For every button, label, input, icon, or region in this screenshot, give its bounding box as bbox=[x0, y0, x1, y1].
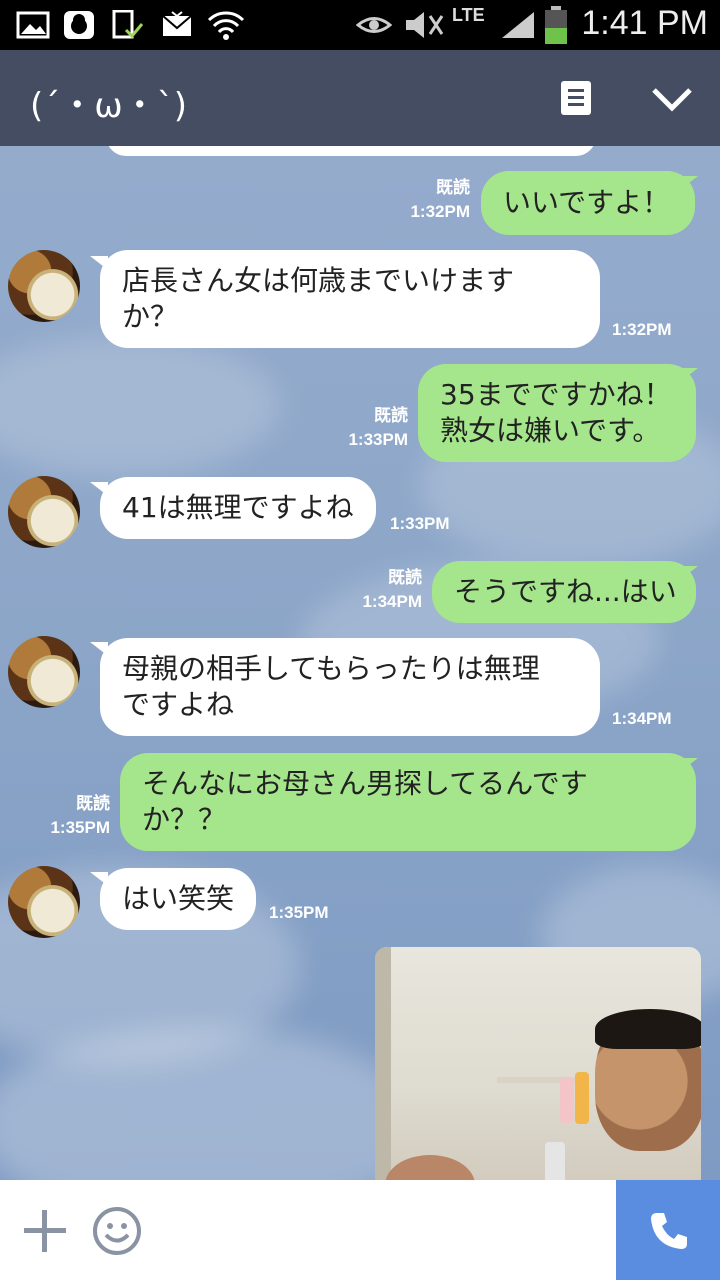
message-text: か？ bbox=[122, 300, 179, 333]
read-receipt: 既読 bbox=[388, 568, 422, 587]
mute-icon bbox=[406, 12, 444, 38]
message-bubble[interactable]: そんなにお母さん男探してるんです か？？ bbox=[120, 753, 696, 851]
message-bubble[interactable]: はい笑笑 bbox=[100, 868, 256, 930]
message-bubble[interactable]: そうですね...はい bbox=[432, 561, 696, 623]
message-bubble[interactable]: 母親の相手してもらったりは無理 ですよね bbox=[100, 638, 600, 736]
avatar-app-icon bbox=[64, 11, 94, 39]
chat-header: (´・ω・`) bbox=[0, 50, 720, 146]
input-bar bbox=[0, 1180, 720, 1280]
message-meta: 既読 1:32PM bbox=[388, 176, 470, 224]
network-type: LTE bbox=[452, 5, 485, 25]
message-text: 41は無理ですよね bbox=[122, 491, 354, 524]
wifi-icon bbox=[207, 11, 245, 40]
avatar[interactable] bbox=[8, 476, 80, 548]
message-time: 1:32PM bbox=[410, 202, 470, 221]
call-button[interactable] bbox=[616, 1180, 720, 1280]
message-text: ですよね bbox=[122, 688, 235, 721]
avatar[interactable] bbox=[8, 636, 80, 708]
note-icon[interactable] bbox=[561, 81, 591, 115]
message-bubble[interactable]: 35までですかね！ 熟女は嫌いです。 bbox=[418, 364, 696, 462]
message-bubble[interactable]: 店長さん女は何歳までいけます か？ bbox=[100, 250, 600, 348]
message-time: 1:34PM bbox=[612, 709, 672, 728]
chevron-down-icon[interactable] bbox=[650, 82, 694, 114]
message-meta: 既読 1:33PM bbox=[326, 404, 408, 452]
phone-icon bbox=[651, 1213, 687, 1249]
photo-message[interactable] bbox=[375, 947, 701, 1207]
smile-icon[interactable] bbox=[92, 1206, 142, 1256]
message-time: 1:33PM bbox=[348, 430, 408, 449]
chat-title[interactable]: (´・ω・`) bbox=[30, 78, 187, 127]
avatar[interactable] bbox=[8, 250, 80, 322]
message-time: 1:35PM bbox=[269, 903, 329, 922]
read-receipt: 既読 bbox=[76, 794, 110, 813]
message-bubble[interactable]: いいですよ！ bbox=[481, 171, 695, 235]
message-text: 熟女は嫌いです。 bbox=[440, 414, 661, 447]
avatar[interactable] bbox=[8, 866, 80, 938]
plus-icon[interactable] bbox=[24, 1210, 66, 1252]
eye-icon bbox=[356, 17, 392, 33]
message-text: そんなにお母さん男探してるんです bbox=[142, 767, 588, 800]
message-text: そうですね...はい bbox=[454, 575, 677, 608]
message-time: 1:32PM bbox=[612, 320, 672, 339]
image-icon bbox=[16, 11, 50, 39]
message-text: 35までですかね！ bbox=[440, 378, 672, 411]
message-text: 母親の相手してもらったりは無理 bbox=[122, 652, 540, 685]
message-text: はい笑笑 bbox=[122, 882, 235, 915]
message-time: 1:34PM bbox=[362, 592, 422, 611]
sim-check-icon bbox=[112, 10, 144, 39]
previous-message-bubble bbox=[106, 146, 596, 156]
battery-icon bbox=[545, 6, 567, 44]
read-receipt: 既読 bbox=[374, 406, 408, 425]
status-time: 1:41 PM bbox=[581, 4, 708, 42]
read-receipt: 既読 bbox=[436, 178, 470, 197]
message-text: か？？ bbox=[142, 803, 227, 836]
message-time: 1:33PM bbox=[390, 514, 450, 533]
email-icon bbox=[162, 11, 192, 36]
message-meta: 既読 1:35PM bbox=[28, 792, 110, 840]
status-bar: LTE 1:41 PM bbox=[0, 0, 720, 50]
message-time: 1:35PM bbox=[50, 818, 110, 837]
message-text: いいですよ！ bbox=[503, 186, 671, 219]
message-bubble[interactable]: 41は無理ですよね bbox=[100, 477, 376, 539]
signal-icon bbox=[502, 12, 534, 38]
message-text: 店長さん女は何歳までいけます bbox=[122, 264, 515, 297]
message-meta: 既読 1:34PM bbox=[340, 566, 422, 614]
